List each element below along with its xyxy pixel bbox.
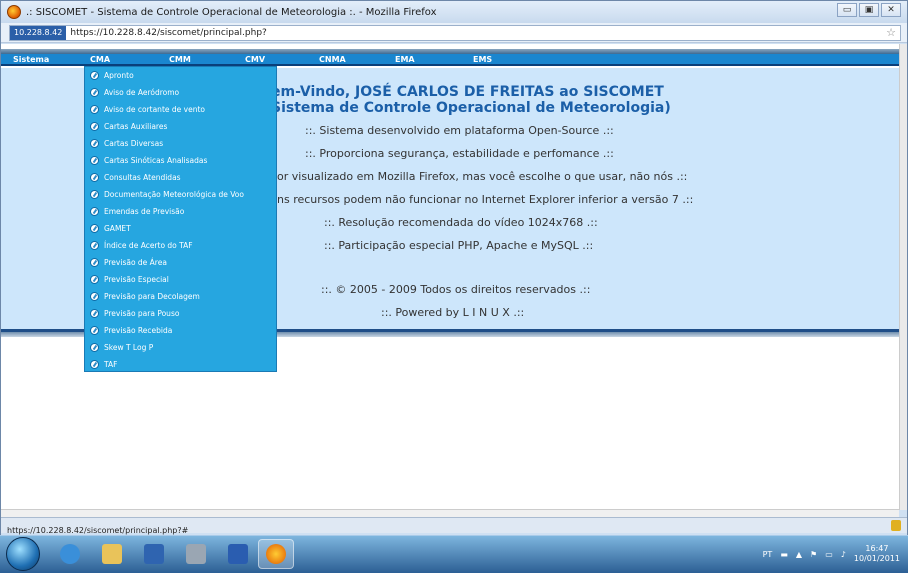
info-line: ::. Proporciona segurança, estabilidade … [305,147,614,160]
folder-icon [102,544,122,564]
url-field[interactable]: 10.228.8.42 https://10.228.8.42/siscomet… [9,25,901,41]
dropdown-item-cartas-sinoticas[interactable]: Cartas Sinóticas Analisadas [85,152,276,169]
powered-by-line: ::. Powered by L I N U X .:: [381,306,525,319]
title-bar: .: SISCOMET - Sistema de Controle Operac… [1,1,907,23]
dropdown-item-gamet[interactable]: GAMET [85,220,276,237]
dropdown-item-emendas-previsao[interactable]: Emendas de Previsão [85,203,276,220]
dropdown-item-cartas-diversas[interactable]: Cartas Diversas [85,135,276,152]
keyboard-icon[interactable]: ▬ [780,550,788,559]
menu-item-cnma[interactable]: CNMA [319,54,346,66]
dropdown-item-consultas-atendidas[interactable]: Consultas Atendidas [85,169,276,186]
dropdown-item-previsao-especial[interactable]: Previsão Especial [85,271,276,288]
dropdown-item-previsao-decolagem[interactable]: Previsão para Decolagem [85,288,276,305]
media-player-icon [144,544,164,564]
flag-icon[interactable]: ⚑ [810,550,817,559]
status-bar: https://10.228.8.42/siscomet/principal.p… [1,517,907,535]
clock[interactable]: 16:47 10/01/2011 [854,544,900,564]
arrow-circle-icon [90,309,99,318]
dropdown-item-cartas-auxiliares[interactable]: Cartas Auxiliares [85,118,276,135]
app-icon [186,544,206,564]
dropdown-item-taf[interactable]: TAF [85,356,276,373]
taskbar-media-button[interactable] [136,539,172,569]
address-bar: 10.228.8.42 https://10.228.8.42/siscomet… [1,23,907,43]
menu-item-ema[interactable]: EMA [395,54,415,66]
lock-icon[interactable] [891,520,901,531]
dropdown-item-previsao-recebida[interactable]: Previsão Recebida [85,322,276,339]
arrow-circle-icon [90,156,99,165]
dropdown-item-skew-t-log-p[interactable]: Skew T Log P [85,339,276,356]
network-icon[interactable]: ▭ [825,550,833,559]
welcome-heading: em-Vindo, JOSÉ CARLOS DE FREITAS ao SISC… [271,84,664,100]
arrow-circle-icon [90,275,99,284]
arrow-circle-icon [90,122,99,131]
volume-icon[interactable]: ♪ [841,550,846,559]
windows-taskbar: PT ▬ ▲ ⚑ ▭ ♪ 16:47 10/01/2011 [0,535,908,573]
bookmark-star-icon[interactable]: ☆ [886,26,896,39]
arrow-circle-icon [90,360,99,369]
taskbar-app-button[interactable] [178,539,214,569]
vertical-scrollbar[interactable] [899,44,907,510]
welcome-subheading: Sistema de Controle Operacional de Meteo… [271,100,671,116]
dropdown-item-apronto[interactable]: Apronto [85,67,276,84]
arrow-circle-icon [90,173,99,182]
menu-item-sistema[interactable]: Sistema [13,54,49,66]
taskbar-explorer-button[interactable] [94,539,130,569]
site-identity-button[interactable]: 10.228.8.42 [10,26,67,40]
close-button[interactable]: ✕ [881,3,901,17]
show-hidden-icons[interactable]: ▲ [796,550,802,559]
menu-item-cmv[interactable]: CMV [245,54,265,66]
taskbar-word-button[interactable] [220,539,256,569]
firefox-icon [266,544,286,564]
info-line: or visualizado em Mozilla Firefox, mas v… [277,170,688,183]
arrow-circle-icon [90,190,99,199]
dropdown-item-documentacao-voo[interactable]: Documentação Meteorológica de Voo [85,186,276,203]
page-content: Sistema CMA CMM CMV CNMA EMA EMS em-Vind… [1,44,899,510]
arrow-circle-icon [90,139,99,148]
arrow-circle-icon [90,105,99,114]
arrow-circle-icon [90,207,99,216]
arrow-circle-icon [90,71,99,80]
url-text[interactable]: https://10.228.8.42/siscomet/principal.p… [70,28,266,38]
dropdown-item-previsao-area[interactable]: Previsão de Área [85,254,276,271]
clock-date: 10/01/2011 [853,554,900,563]
window-title: .: SISCOMET - Sistema de Controle Operac… [26,6,437,18]
info-line: ::. Resolução recomendada do vídeo 1024x… [324,216,598,229]
arrow-circle-icon [90,258,99,267]
language-indicator[interactable]: PT [763,550,773,559]
word-icon [228,544,248,564]
dropdown-item-previsao-pouso[interactable]: Previsão para Pouso [85,305,276,322]
status-url: https://10.228.8.42/siscomet/principal.p… [7,526,189,535]
arrow-circle-icon [90,88,99,97]
info-line: ::. Participação especial PHP, Apache e … [324,239,594,252]
arrow-circle-icon [90,343,99,352]
menu-item-ems[interactable]: EMS [473,54,492,66]
info-line: ::. Sistema desenvolvido em plataforma O… [305,124,614,137]
clock-time: 16:47 [865,544,889,553]
cma-dropdown-menu: Apronto Aviso de Aeródromo Aviso de cort… [84,66,277,372]
browser-window: .: SISCOMET - Sistema de Controle Operac… [0,0,908,573]
taskbar-ie-button[interactable] [52,539,88,569]
dropdown-item-indice-acerto-taf[interactable]: Índice de Acerto do TAF [85,237,276,254]
firefox-logo-icon [7,5,21,19]
dropdown-item-aviso-aerodromo[interactable]: Aviso de Aeródromo [85,84,276,101]
minimize-button[interactable]: ▭ [837,3,857,17]
main-menu-bar: Sistema CMA CMM CMV CNMA EMA EMS [1,54,899,66]
horizontal-scrollbar[interactable] [1,509,899,517]
arrow-circle-icon [90,224,99,233]
maximize-button[interactable]: ▣ [859,3,879,17]
internet-explorer-icon [60,544,80,564]
menu-item-cma[interactable]: CMA [90,54,110,66]
arrow-circle-icon [90,326,99,335]
menu-item-cmm[interactable]: CMM [169,54,191,66]
arrow-circle-icon [90,241,99,250]
dropdown-item-aviso-cortante-vento[interactable]: Aviso de cortante de vento [85,101,276,118]
start-button[interactable] [6,537,40,571]
taskbar-firefox-button[interactable] [258,539,294,569]
system-tray: PT ▬ ▲ ⚑ ▭ ♪ 16:47 10/01/2011 [763,536,900,572]
info-line: ns recursos podem não funcionar no Inter… [277,193,694,206]
arrow-circle-icon [90,292,99,301]
copyright-line: ::. © 2005 - 2009 Todos os direitos rese… [321,283,591,296]
